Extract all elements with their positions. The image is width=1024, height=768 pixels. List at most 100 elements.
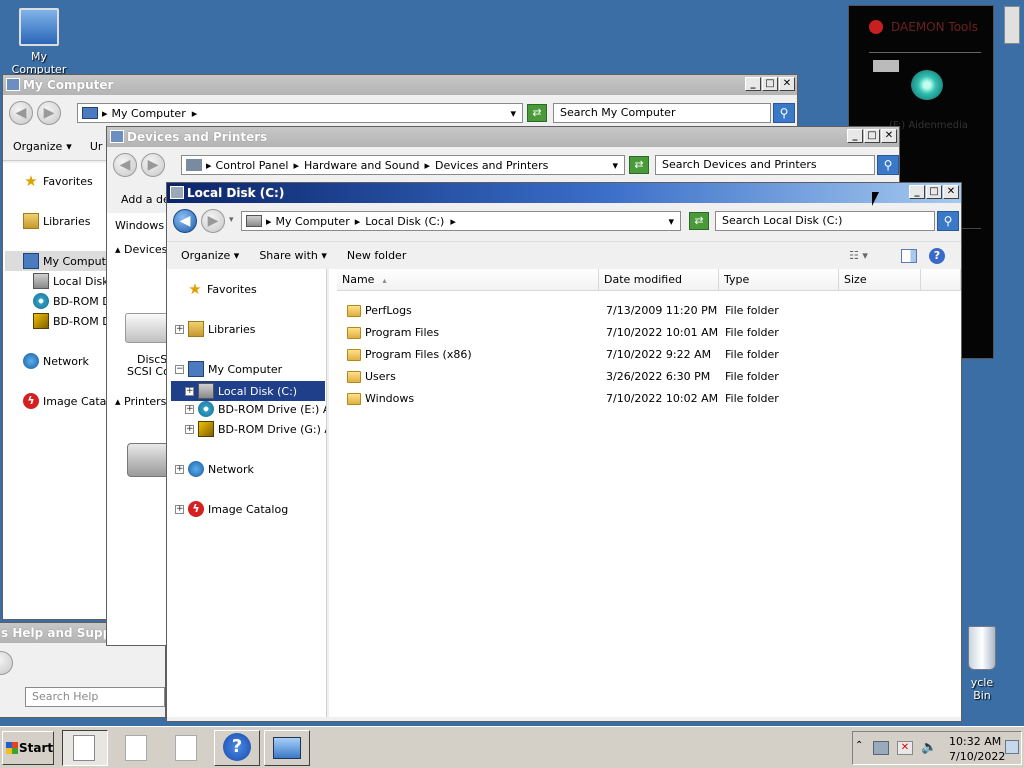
file-row[interactable]: Program Files (x86) 7/10/2022 9:22 AM Fi…	[329, 345, 961, 365]
taskbar-button-devices[interactable]	[264, 730, 310, 766]
breadcrumb-item[interactable]: My Computer	[112, 107, 186, 120]
breadcrumb-item[interactable]: Devices and Printers	[435, 159, 548, 172]
nav-libraries[interactable]: + Libraries	[175, 321, 256, 337]
expand-icon[interactable]: +	[185, 386, 194, 396]
desktop-icon-recycle-bin[interactable]: ycle Bin	[962, 626, 1002, 702]
close-button[interactable]: ✕	[779, 77, 795, 91]
nav-bd-rom-e[interactable]: +BD-ROM Drive (E:) Aid	[185, 401, 326, 417]
expand-icon[interactable]: +	[175, 504, 184, 514]
breadcrumb-item[interactable]: My Computer	[276, 215, 350, 228]
window-titlebar[interactable]: Local Disk (C:) _ □ ✕	[167, 183, 961, 203]
view-options-icon[interactable]: ☷ ▾	[849, 249, 868, 262]
search-icon[interactable]: ⚲	[937, 211, 959, 231]
back-button[interactable]: ◀	[113, 153, 137, 177]
nav-local-disk[interactable]: Local Disk	[33, 273, 106, 289]
expand-icon[interactable]: +	[185, 424, 194, 434]
nav-local-disk[interactable]: + Local Disk (C:)	[171, 381, 325, 401]
clock-time[interactable]: 10:32 AM	[949, 735, 1001, 748]
file-row[interactable]: PerfLogs 7/13/2009 11:20 PM File folder	[329, 301, 961, 321]
back-button[interactable]: ◀	[173, 209, 197, 233]
share-with-menu[interactable]: Share with ▾	[249, 249, 337, 262]
minimize-button[interactable]: _	[847, 129, 863, 143]
nav-favorites[interactable]: ★ Favorites	[187, 281, 256, 297]
taskbar-button-explorer-2[interactable]	[112, 730, 158, 766]
search-input[interactable]: Search Local Disk (C:)	[715, 211, 935, 231]
search-input[interactable]: Search My Computer	[553, 103, 771, 123]
recent-pages-dropdown-icon[interactable]: ▾	[229, 215, 234, 225]
close-button[interactable]: ✕	[881, 129, 897, 143]
nav-image-catalog[interactable]: + ϟ Image Catalog	[175, 501, 288, 517]
column-header-name[interactable]: Name ▴	[337, 269, 599, 291]
nav-my-computer[interactable]: My Compute	[5, 251, 106, 271]
organize-menu[interactable]: Organize	[3, 140, 72, 153]
refresh-button[interactable]: ⇄	[527, 104, 547, 122]
address-bar[interactable]: ▸ My Computer ▸ Local Disk (C:) ▸ ▾	[241, 211, 681, 231]
breadcrumb-item[interactable]: Hardware and Sound	[304, 159, 419, 172]
window-titlebar[interactable]: Devices and Printers _ □ ✕	[107, 127, 899, 147]
nav-image-catalog[interactable]: ϟImage Catalo	[23, 393, 106, 409]
address-bar[interactable]: ▸ My Computer ▸ ▾	[77, 103, 523, 123]
disc-drive-icon[interactable]	[125, 313, 169, 343]
printer-icon[interactable]	[127, 443, 171, 477]
search-icon[interactable]: ⚲	[773, 103, 795, 123]
window-titlebar[interactable]: My Computer _ □ ✕	[3, 75, 797, 95]
help-icon[interactable]: ?	[929, 247, 945, 264]
forward-button[interactable]: ▶	[37, 101, 61, 125]
address-bar[interactable]: ▸ Control Panel ▸ Hardware and Sound ▸ D…	[181, 155, 625, 175]
expand-icon[interactable]: +	[175, 464, 184, 474]
show-hidden-icons-icon[interactable]: ⌃	[855, 740, 863, 751]
network-tray-icon[interactable]	[873, 741, 889, 755]
refresh-button[interactable]: ⇄	[629, 156, 649, 174]
maximize-button[interactable]: □	[864, 129, 880, 143]
maximize-button[interactable]: □	[926, 185, 942, 199]
address-dropdown-icon[interactable]: ▾	[668, 215, 674, 228]
nav-network[interactable]: Network	[23, 353, 89, 369]
column-header-date[interactable]: Date modified	[599, 269, 719, 291]
expand-icon[interactable]: +	[175, 324, 184, 334]
taskbar-button-help[interactable]: ?	[214, 730, 260, 766]
action-center-icon[interactable]: ✕	[897, 741, 913, 755]
back-button[interactable]: ◀	[9, 101, 33, 125]
nav-bd-rom-g[interactable]: BD-ROM D	[33, 313, 106, 329]
nav-bd-rom-g[interactable]: +BD-ROM Drive (G:) Aic	[185, 421, 326, 437]
file-row[interactable]: Windows 7/10/2022 10:02 AM File folder	[329, 389, 961, 409]
show-desktop-icon[interactable]	[1005, 740, 1019, 754]
column-header-type[interactable]: Type	[719, 269, 839, 291]
refresh-button[interactable]: ⇄	[689, 212, 709, 230]
preview-pane-icon[interactable]	[901, 248, 917, 263]
breadcrumb-item[interactable]: Control Panel	[216, 159, 289, 172]
expand-icon[interactable]: +	[185, 404, 194, 414]
volume-icon[interactable]: 🔈	[921, 740, 937, 755]
new-folder-button[interactable]: New folder	[337, 249, 416, 262]
group-header-devices[interactable]: ▴ Devices	[115, 243, 167, 256]
forward-button[interactable]: ▶	[201, 209, 225, 233]
back-button[interactable]	[0, 651, 13, 675]
nav-libraries[interactable]: Libraries	[23, 213, 91, 229]
address-dropdown-icon[interactable]: ▾	[612, 159, 618, 172]
search-input[interactable]: Search Devices and Printers	[655, 155, 875, 175]
nav-network[interactable]: + Network	[175, 461, 254, 477]
group-header-printers[interactable]: ▴ Printers	[115, 395, 166, 408]
breadcrumb-item[interactable]: Local Disk (C:)	[365, 215, 444, 228]
virtual-drive-icon[interactable]	[911, 70, 943, 100]
help-search-input[interactable]: Search Help	[25, 687, 165, 707]
gadget-scrollbar[interactable]	[1004, 6, 1020, 44]
desktop-icon-my-computer[interactable]: My Computer	[2, 8, 76, 76]
nav-my-computer[interactable]: − My Computer	[175, 361, 282, 377]
address-dropdown-icon[interactable]: ▾	[510, 107, 516, 120]
search-icon[interactable]: ⚲	[877, 155, 899, 175]
column-header-size[interactable]: Size	[839, 269, 921, 291]
start-button[interactable]: Start	[2, 731, 54, 765]
minimize-button[interactable]: _	[909, 185, 925, 199]
local-disk-window[interactable]: Local Disk (C:) _ □ ✕ ◀ ▶ ▾ ▸ My Compute…	[166, 182, 962, 722]
collapse-icon[interactable]: −	[175, 364, 184, 374]
clock-date[interactable]: 7/10/2022	[949, 750, 1005, 763]
minimize-button[interactable]: _	[745, 77, 761, 91]
file-row[interactable]: Program Files 7/10/2022 10:01 AM File fo…	[329, 323, 961, 343]
nav-favorites[interactable]: ★ Favorites	[23, 173, 92, 189]
forward-button[interactable]: ▶	[141, 153, 165, 177]
file-row[interactable]: Users 3/26/2022 6:30 PM File folder	[329, 367, 961, 387]
organize-menu[interactable]: Organize ▾	[167, 249, 249, 262]
maximize-button[interactable]: □	[762, 77, 778, 91]
taskbar-button-explorer[interactable]	[62, 730, 108, 766]
